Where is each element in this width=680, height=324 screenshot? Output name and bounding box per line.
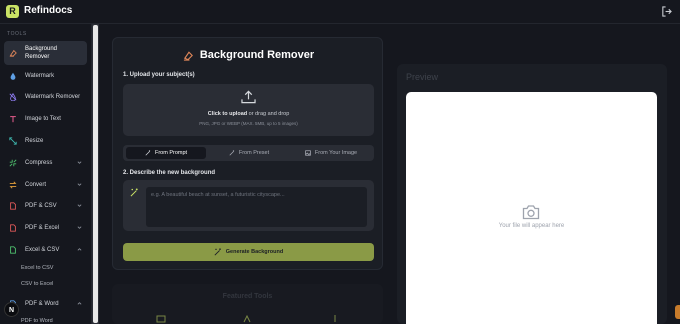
prompt-container (123, 180, 374, 231)
sidebar-subitem-csv-to-excel[interactable]: CSV to Excel (21, 281, 53, 287)
sidebar-item-label: Excel & CSV (25, 247, 60, 253)
download-icon (334, 315, 336, 322)
top-bar: R Refindocs (0, 0, 680, 24)
sidebar-item-watermark-remover[interactable]: Watermark Remover (4, 87, 87, 107)
preview-empty-text: Your file will appear here (498, 223, 565, 229)
chevron-down-icon (77, 226, 82, 229)
sidebar-item-convert[interactable]: Convert (4, 175, 87, 195)
brand-name[interactable]: Refindocs (24, 5, 72, 16)
tab-from-prompt[interactable]: From Prompt (126, 147, 206, 159)
sidebar-item-background-remover[interactable]: Background Remover (4, 41, 87, 65)
preview-title: Preview (406, 72, 439, 82)
step-describe-label: 2. Describe the new background (123, 170, 216, 176)
sidebar-item-label: Image to Text (25, 116, 61, 122)
click-to-upload-link[interactable]: Click to upload (208, 111, 247, 117)
watermark-icon (10, 72, 16, 80)
tab-label: From Preset (238, 150, 270, 156)
tab-label: From Your Image (314, 150, 358, 156)
sidebar-subitem-excel-to-csv[interactable]: Excel to CSV (21, 265, 53, 271)
source-tabs: From Prompt From Preset From Your Image (123, 145, 374, 161)
n-badge[interactable]: N (4, 302, 19, 317)
sidebar-item-watermark[interactable]: Watermark (4, 66, 87, 86)
sidebar-item-label: Compress (25, 160, 53, 166)
chevron-down-icon (77, 161, 82, 164)
tab-label: From Prompt (154, 150, 188, 156)
pdf-excel-icon (10, 224, 16, 232)
image-icon (305, 150, 311, 156)
sidebar-item-label: Convert (25, 182, 47, 188)
generate-background-button[interactable]: Generate Background (123, 243, 374, 261)
sidebar-item-resize[interactable]: Resize (4, 131, 87, 151)
sidebar-item-excel-csv[interactable]: Excel & CSV (4, 240, 87, 260)
camera-icon (522, 205, 540, 220)
magic-wand-icon (130, 188, 138, 197)
magic-wand-icon (145, 150, 151, 156)
sidebar-scrollbar-thumb[interactable] (93, 25, 98, 323)
compress-icon (9, 159, 17, 167)
sidebar-item-image-to-text[interactable]: Image to Text (4, 109, 87, 129)
sidebar-item-label: PDF & Excel (25, 225, 60, 231)
preview-canvas: Your file will appear here (406, 92, 657, 324)
chevron-down-icon (77, 183, 82, 186)
sparkle-icon (229, 150, 234, 156)
image-icon (156, 315, 166, 323)
sidebar-item-label: Background Remover (25, 46, 58, 60)
sidebar-item-label: Resize (25, 138, 44, 144)
sidebar-item-label: PDF & Word (25, 301, 59, 307)
bg-remover-icon (9, 49, 17, 57)
tab-from-your-image[interactable]: From Your Image (291, 147, 371, 159)
sidebar-item-label: Watermark Remover (25, 94, 81, 100)
text-icon (243, 314, 251, 323)
featured-tools-card: Featured Tools (112, 284, 383, 324)
logo[interactable]: R (6, 5, 19, 18)
chevron-down-icon (77, 204, 82, 207)
help-widget[interactable] (675, 305, 680, 319)
pdf-csv-icon (10, 202, 16, 210)
sidebar-item-pdf-csv[interactable]: PDF & CSV (4, 196, 87, 216)
sidebar-item-compress[interactable]: Compress (4, 153, 87, 173)
step-upload-label: 1. Upload your subject(s) (123, 72, 195, 78)
sidebar-section-label: TOOLS (7, 31, 27, 37)
excel-csv-icon (10, 246, 16, 254)
upload-hint: PNG, JPG or WEBP (MAX. 5MB, up to 5 imag… (199, 121, 298, 126)
resize-icon (9, 137, 17, 145)
upload-instruction-rest: or drag and drop (247, 111, 290, 117)
card-title: Background Remover (113, 48, 384, 62)
image-to-text-icon (10, 116, 16, 123)
tab-from-preset[interactable]: From Preset (209, 147, 289, 159)
background-remover-card: Background Remover 1. Upload your subjec… (112, 37, 383, 270)
page-title: Background Remover (199, 49, 315, 61)
upload-instruction: Click to upload or drag and drop (123, 111, 374, 117)
preview-panel: Preview Your file will appear here (397, 64, 667, 324)
sidebar-subitem-pdf-to-word[interactable]: PDF to Word (21, 318, 53, 324)
sparkle-icon (214, 248, 221, 256)
upload-dropzone[interactable]: Click to upload or drag and drop PNG, JP… (123, 84, 374, 136)
featured-tools-title: Featured Tools (222, 293, 273, 300)
convert-icon (9, 181, 17, 189)
chevron-up-icon (77, 248, 82, 251)
watermark-remover-icon (9, 93, 17, 101)
background-prompt-input[interactable] (146, 187, 367, 227)
generate-button-label: Generate Background (225, 249, 284, 255)
upload-icon (241, 90, 256, 104)
bg-remover-icon (183, 50, 193, 61)
logout-icon[interactable] (661, 6, 672, 17)
sidebar: TOOLS Background Remover Watermark Water… (0, 24, 92, 324)
sidebar-item-pdf-excel[interactable]: PDF & Excel (4, 218, 87, 238)
chevron-up-icon (77, 302, 82, 305)
sidebar-item-label: PDF & CSV (25, 203, 57, 209)
sidebar-item-label: Watermark (25, 73, 55, 79)
